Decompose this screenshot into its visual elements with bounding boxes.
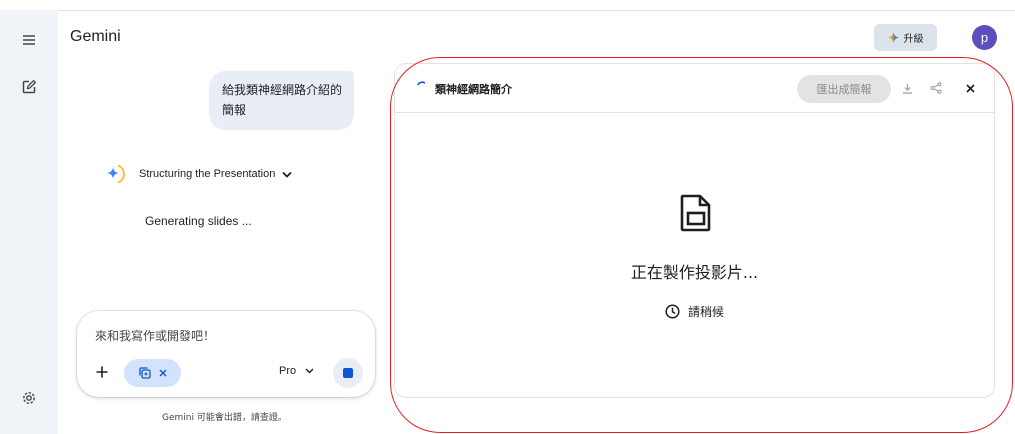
stop-button[interactable] bbox=[333, 358, 363, 388]
tool-icon bbox=[138, 367, 151, 379]
app-title: Gemini bbox=[70, 28, 121, 45]
plus-icon bbox=[96, 366, 108, 378]
settings-button[interactable] bbox=[17, 386, 41, 410]
canvas-panel: 類神經網路簡介 匯出成簡報 正在製作投影片... 請稍候 bbox=[394, 63, 995, 398]
slides-document-icon bbox=[680, 194, 711, 232]
sparkle-icon bbox=[107, 164, 125, 184]
canvas-header: 類神經網路簡介 匯出成簡報 bbox=[395, 64, 994, 113]
share-button[interactable] bbox=[928, 80, 944, 96]
canvas-tool-chip[interactable] bbox=[124, 359, 181, 387]
stop-icon bbox=[343, 368, 353, 378]
spinner-icon bbox=[417, 81, 426, 86]
share-icon bbox=[930, 82, 942, 94]
wait-row: 請稍候 bbox=[395, 303, 994, 320]
model-selector[interactable]: Pro bbox=[279, 365, 314, 377]
upgrade-label: 升級 bbox=[903, 34, 924, 45]
clock-icon bbox=[665, 304, 680, 319]
chevron-down-icon bbox=[282, 171, 292, 178]
export-slides-button[interactable]: 匯出成簡報 bbox=[797, 75, 891, 103]
chevron-down-icon bbox=[305, 368, 314, 374]
wait-label: 請稍候 bbox=[687, 305, 724, 319]
thinking-toggle[interactable]: Structuring the Presentation bbox=[104, 162, 292, 186]
sparkle-icon bbox=[887, 32, 899, 43]
prompt-box: 來和我寫作或開發吧！ Pro bbox=[77, 311, 375, 397]
new-chat-icon bbox=[22, 80, 36, 94]
close-canvas-button[interactable] bbox=[962, 80, 978, 96]
canvas-title: 類神經網路簡介 bbox=[435, 83, 512, 96]
download-button[interactable] bbox=[899, 80, 915, 96]
top-divider bbox=[0, 10, 1015, 11]
menu-icon bbox=[23, 35, 35, 45]
close-icon bbox=[965, 83, 975, 93]
generating-status: Generating slides ... bbox=[145, 214, 252, 228]
download-icon bbox=[902, 83, 912, 94]
model-label: Pro bbox=[279, 365, 297, 377]
thinking-label: Structuring the Presentation bbox=[139, 168, 276, 180]
left-rail bbox=[0, 10, 58, 434]
new-chat-button[interactable] bbox=[17, 75, 41, 99]
menu-button[interactable] bbox=[17, 28, 41, 52]
upgrade-button[interactable]: 升級 bbox=[874, 24, 937, 51]
settings-icon bbox=[23, 392, 35, 404]
avatar[interactable]: p bbox=[972, 25, 997, 50]
close-icon[interactable] bbox=[159, 369, 167, 377]
disclaimer: Gemini 可能會出錯，請查證。 bbox=[162, 413, 287, 423]
prompt-input[interactable]: 來和我寫作或開發吧！ bbox=[95, 327, 215, 344]
making-slides-label: 正在製作投影片... bbox=[630, 263, 759, 282]
user-message: 給我類神經網路介紹的簡報 bbox=[209, 71, 354, 130]
add-button[interactable] bbox=[93, 363, 111, 381]
